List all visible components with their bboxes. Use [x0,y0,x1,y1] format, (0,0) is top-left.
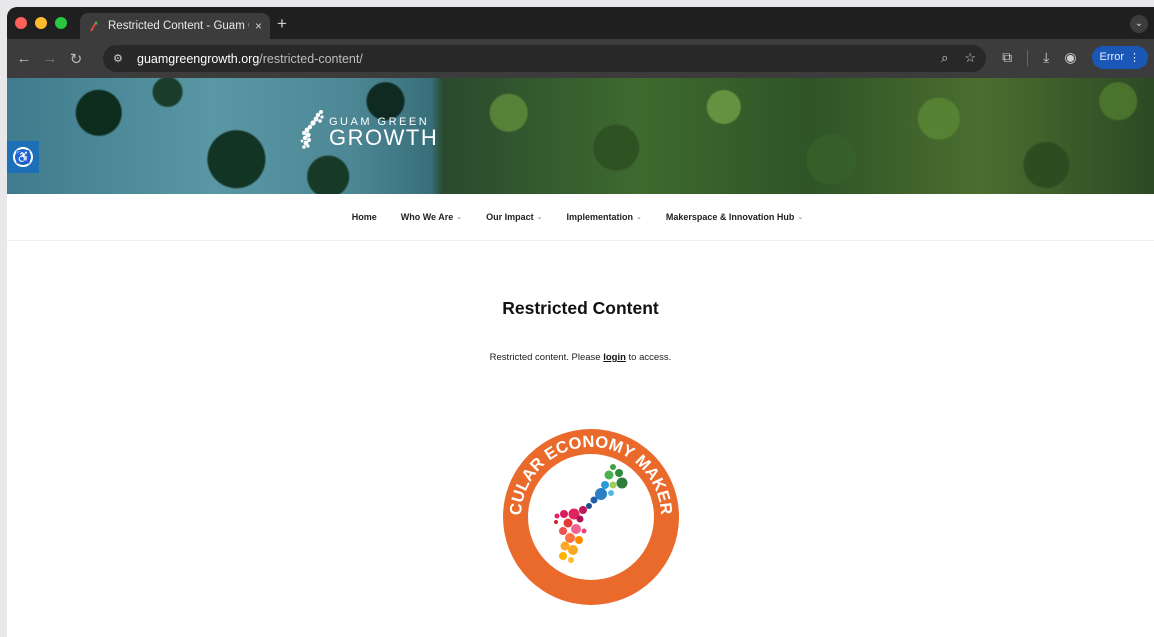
browser-toolbar: ← → ↻ ⚙ guamgreengrowth.org/restricted-c… [7,39,1154,78]
nav-item-label: Makerspace & Innovation Hub [665,212,795,222]
url-text: guamgreengrowth.org/restricted-content/ [137,52,363,66]
logo-wordmark: GUAM GREEN GROWTH [329,116,439,150]
download-icon[interactable]: ⤓ [1043,49,1049,66]
minimize-window-button[interactable] [35,17,47,29]
makerspace-badge-logo: G3 CIRCULAR ECONOMY MAKERSPACE & INNOVAT… [493,419,679,605]
toolbar-divider [1027,49,1029,66]
maximize-window-button[interactable] [55,17,67,29]
profile-error-button[interactable]: Error ⋮ [1091,46,1148,69]
login-link[interactable]: login [603,352,626,363]
nav-item-our-impact[interactable]: Our Impact ⌄ [486,212,542,222]
nav-item-label: Our Impact [486,212,534,222]
new-tab-button[interactable]: + [277,14,287,34]
back-arrow-icon[interactable]: ← [11,50,37,67]
site-favicon-icon [90,21,98,32]
notice-text-before: Restricted content. Please [489,352,604,363]
accessibility-toolbar-button[interactable]: ♿ [7,141,39,173]
extensions-puzzle-icon[interactable]: ⧉ [1002,49,1012,66]
url-path: /restricted-content/ [259,51,363,66]
browser-tab[interactable]: Restricted Content - Guam G × [80,13,270,39]
zoom-icon[interactable]: ⌕ [941,50,948,66]
main-navigation: Home Who We Are ⌄ Our Impact ⌄ Implementation… [7,194,1154,241]
chevron-down-icon[interactable]: ⌄ [537,213,543,221]
tab-strip: Restricted Content - Guam G × + ⌄ [7,7,1154,39]
nav-item-home[interactable]: Home [352,212,377,222]
url-host: guamgreengrowth.org [137,51,260,66]
browser-window: Restricted Content - Guam G × + ⌄ ← → ↻ … [7,7,1154,637]
nav-item-implementation[interactable]: Implementation ⌄ [567,212,642,222]
notice-text-after: to access. [625,352,672,363]
close-window-button[interactable] [15,17,27,29]
profile-error-label: Error [1099,51,1124,63]
site-settings-icon[interactable]: ⚙ [113,52,131,65]
web-page: GUAM GREEN GROWTH ♿ Home Who We Are ⌄ Our I… [7,78,1154,637]
page-content: Restricted Content Restricted content. P… [7,298,1154,363]
address-bar[interactable]: ⚙ guamgreengrowth.org/restricted-content… [103,45,986,72]
forward-arrow-icon[interactable]: → [37,50,63,67]
accessibility-person-icon: ♿ [13,147,33,167]
nav-item-label: Who We Are [400,212,454,222]
bookmark-star-icon[interactable]: ☆ [964,50,976,66]
site-logo[interactable]: GUAM GREEN GROWTH [299,108,438,156]
reload-icon[interactable]: ↻ [63,50,89,68]
chevron-down-icon[interactable]: ⌄ [797,213,803,221]
nav-item-label: Implementation [566,212,634,222]
profile-avatar-icon[interactable]: ◉ [1064,49,1076,66]
kebab-menu-icon: ⋮ [1129,52,1140,64]
tab-close-icon[interactable]: × [255,19,262,33]
tab-title: Restricted Content - Guam G [108,20,249,32]
nav-item-label: Home [351,212,377,222]
hero-banner: GUAM GREEN GROWTH ♿ [7,78,1154,194]
page-title: Restricted Content [502,298,659,318]
toolbar-actions: ⧉ ⤓ ◉ Error ⋮ [1002,46,1148,69]
nav-item-makerspace-innovation-hub[interactable]: Makerspace & Innovation Hub ⌄ [666,212,803,222]
logo-line-2: GROWTH [329,125,439,150]
tab-search-chevron-icon[interactable]: ⌄ [1130,15,1148,33]
window-controls [15,17,67,29]
chevron-down-icon[interactable]: ⌄ [636,213,642,221]
omnibox-actions: ⌕ ☆ [941,50,976,66]
guam-island-logo-icon [300,110,324,149]
hero-forest-image [437,78,1154,194]
nav-item-who-we-are[interactable]: Who We Are ⌄ [401,212,462,222]
restricted-notice: Restricted content. Please login to acce… [7,352,1154,363]
chevron-down-icon[interactable]: ⌄ [456,213,462,221]
